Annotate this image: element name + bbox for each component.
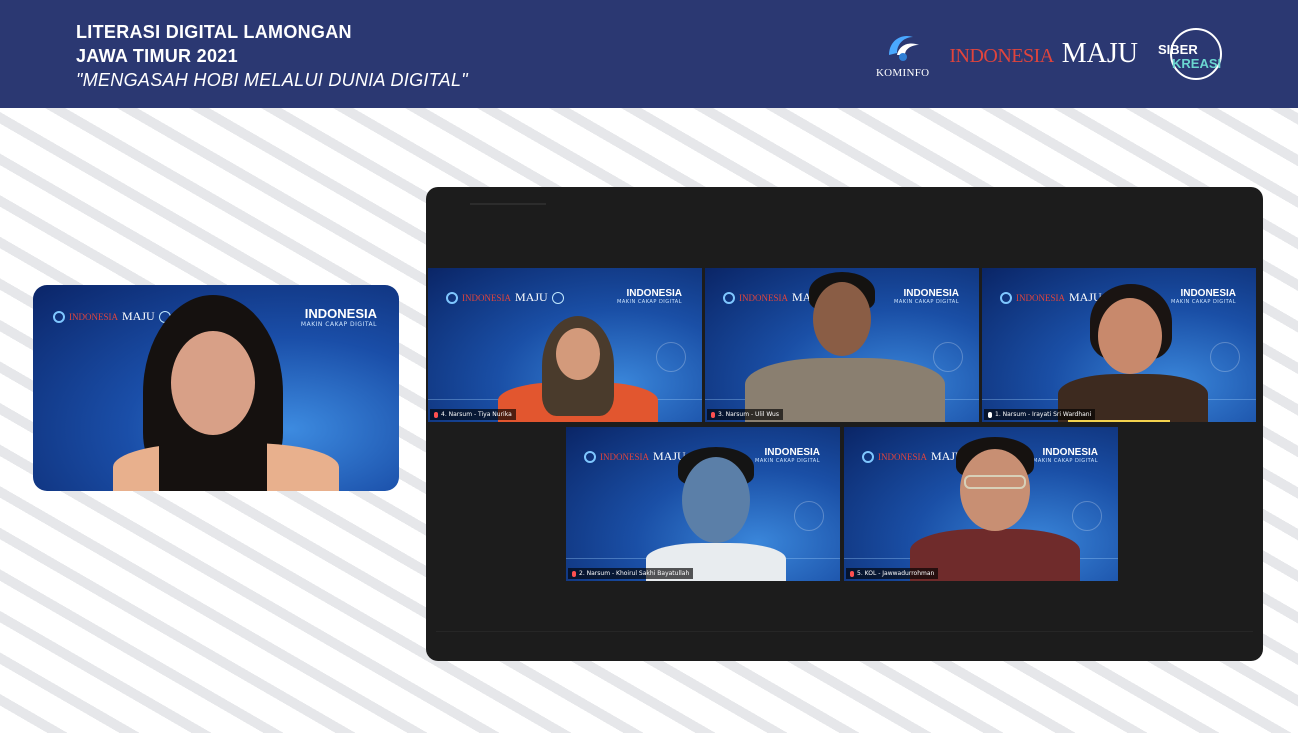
maju-wordmark: MAJU [1061,38,1138,69]
indonesia-small-wordmark: INDONESIA [600,451,649,462]
kominfo-icon [446,291,458,304]
mic-on-icon [988,411,992,418]
kominfo-icon [584,450,596,463]
zoom-top-divider [470,203,546,205]
kominfo-icon [862,450,874,463]
mic-muted-icon [850,570,854,577]
kominfo-icon [888,35,919,61]
participant-person [910,437,1080,581]
indonesia-wordmark: INDONESIA [949,45,1054,67]
tile-deco-circle [1210,342,1240,372]
participant-name: 3. Narsum - Ulil Wus [718,411,779,418]
host-video[interactable]: INDONESIA MAJU INDONESIA MAKIN CAKAP DIG… [33,285,399,491]
zoom-gallery-window: INDONESIA MAJU INDONESIA MAKIN CAKAP DIG… [426,187,1263,661]
participant-name: 5. KOL - Jawwadurrohman [857,570,935,577]
participant-tile[interactable]: INDONESIA MAJU INDONESIA MAKIN CAKAP DIG… [428,268,702,422]
siberkreasi-logo: SIBER KREASI [1158,24,1228,84]
participant-person [646,447,786,581]
participant-person [498,312,658,422]
kominfo-icon [1000,291,1012,304]
sponsor-logos: KOMINFO INDONESIA MAJU SIBER KREASI [876,24,1228,84]
tile-brand: INDONESIA MAKIN CAKAP DIGITAL [617,288,682,305]
participant-tile[interactable]: INDONESIA MAJU INDONESIA MAKIN CAKAP DIG… [566,427,840,581]
tile-deco-circle [656,342,686,372]
participant-tile[interactable]: INDONESIA MAJU INDONESIA MAKIN CAKAP DIG… [705,268,979,422]
indonesia-small-wordmark: INDONESIA [69,311,118,322]
participant-name-tag: 4. Narsum - Tiya Nurika [430,409,516,420]
participant-name-tag: 3. Narsum - Ulil Wus [707,409,783,420]
host-person [113,293,339,491]
participant-name: 2. Narsum - Khoirul Sakhi Bayatullah [579,570,690,577]
mic-muted-icon [711,411,715,418]
indonesia-maju-logo: INDONESIA MAJU [949,38,1138,70]
participant-tile-active[interactable]: INDONESIA MAJU INDONESIA MAKIN CAKAP DIG… [982,268,1256,422]
kominfo-icon [53,310,65,323]
event-tagline: "MENGASAH HOBI MELALUI DUNIA DIGITAL" [76,70,468,90]
participant-name-tag: 5. KOL - Jawwadurrohman [846,568,939,579]
kominfo-icon [723,291,735,304]
brand-tagline: MAKIN CAKAP DIGITAL [617,299,682,305]
active-speaker-indicator [1068,420,1170,422]
indonesia-small-wordmark: INDONESIA [462,292,511,303]
participant-tile[interactable]: INDONESIA MAJU INDONESIA MAKIN CAKAP DIG… [844,427,1118,581]
participant-name-tag: 2. Narsum - Khoirul Sakhi Bayatullah [568,568,694,579]
maju-small-wordmark: MAJU [515,290,548,304]
participant-person [1052,282,1212,422]
header-banner: LITERASI DIGITAL LAMONGAN JAWA TIMUR 202… [0,0,1298,108]
event-title: LITERASI DIGITAL LAMONGAN JAWA TIMUR 202… [76,20,468,92]
mic-muted-icon [572,570,576,577]
brand-indonesia: INDONESIA [626,288,682,299]
zoom-bottom-divider [436,631,1253,632]
event-title-line1: LITERASI DIGITAL LAMONGAN [76,22,352,42]
participant-person [745,272,945,422]
event-title-line2: JAWA TIMUR 2021 [76,46,238,66]
siber-wordmark: SIBER [1158,42,1198,57]
tile-deco-circle [794,501,824,531]
tile-logos: INDONESIA MAJU [446,290,564,305]
kominfo-label: KOMINFO [875,67,930,79]
participant-name-tag: 1. Narsum - Irayati Sri Wardhani [984,409,1096,420]
mic-muted-icon [434,411,438,418]
participant-name: 1. Narsum - Irayati Sri Wardhani [995,411,1092,418]
kominfo-logo: KOMINFO [876,29,929,79]
participant-name: 4. Narsum - Tiya Nurika [441,411,512,418]
siberkreasi-icon [551,291,564,304]
kreasi-wordmark: KREASI [1172,56,1222,71]
eyeglasses [964,475,1026,489]
